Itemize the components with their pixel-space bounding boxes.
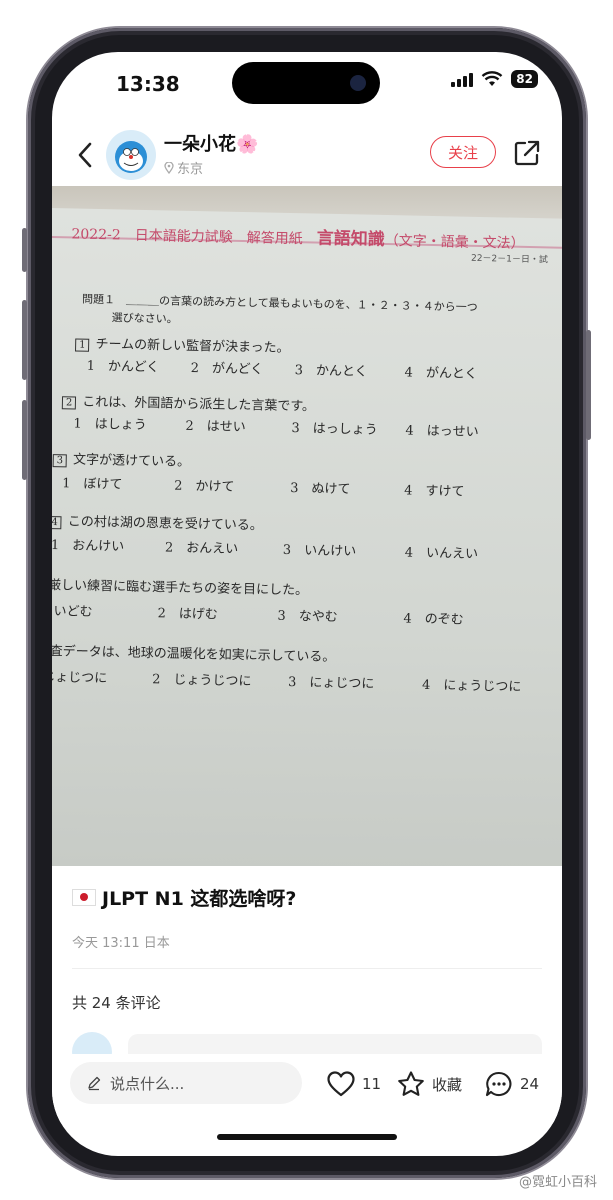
option: 4 はっせい <box>405 423 479 440</box>
option: 2 じょうじつに <box>151 672 252 690</box>
wifi-icon <box>481 71 503 86</box>
option: 3 なやむ <box>277 608 338 626</box>
heart-icon <box>327 1071 355 1097</box>
home-indicator[interactable] <box>217 1134 397 1140</box>
option: 3 かんとく <box>294 363 368 380</box>
question-2-options: 1 はしょう 2 はせい 3 はっしょう 4 はっせい <box>73 412 479 439</box>
status-icons: 82 <box>451 70 538 88</box>
signal-icon <box>451 71 474 87</box>
option: じょじつに <box>52 669 108 687</box>
share-icon[interactable] <box>512 138 542 168</box>
author-location: 东京 <box>164 158 203 177</box>
option: 4 がんとく <box>404 365 478 382</box>
question-6-options: じょじつに 2 じょうじつに 3 にょじつに 4 にょうじつに <box>52 666 522 695</box>
side-button-power <box>586 330 591 440</box>
option: いどむ <box>53 604 93 620</box>
collect-label: 收藏 <box>432 1075 463 1094</box>
option: 3 にょじつに <box>287 675 375 692</box>
author-avatar[interactable] <box>106 130 156 180</box>
question-5-stem: 厳しい練習に臨む選手たちの姿を目にした。 <box>52 574 308 598</box>
option: 2 かけて <box>174 478 235 495</box>
location-pin-icon <box>164 161 174 174</box>
question-number: 1 <box>74 338 90 352</box>
post-title-text: JLPT N1 这都选啥呀? <box>102 888 297 910</box>
option: 1 かんどく <box>86 358 160 376</box>
question-text: 調査データは、地球の温暖化を如実に示している。 <box>52 643 336 666</box>
instruction-line-2: 選びなさい。 <box>111 311 178 326</box>
back-arrow-icon[interactable] <box>72 138 100 172</box>
question-text: この村は湖の恩恵を受けている。 <box>67 514 263 534</box>
option: 2 はせい <box>185 418 246 436</box>
side-button-volume-down <box>22 400 27 480</box>
exam-answer-sheet: 2022-2 日本語能力試験 解答用紙 言語知識（文字・語彙・文法） 22－2－… <box>52 208 562 866</box>
divider <box>72 968 542 969</box>
question-5-options: いどむ 2 はげむ 3 なやむ 4 のぞむ <box>53 600 464 628</box>
question-3-options: 1 ぼけて 2 かけて 3 ぬけて 4 すけて <box>62 472 465 499</box>
post-photo[interactable]: 2022-2 日本語能力試験 解答用紙 言語知識（文字・語彙・文法） 22－2－… <box>52 186 562 866</box>
option: 2 がんどく <box>190 360 264 378</box>
author-name[interactable]: 一朵小花🌸 <box>164 130 258 156</box>
star-icon <box>398 1071 424 1096</box>
option: 4 のぞむ <box>403 611 464 628</box>
option: 2 はげむ <box>157 606 218 623</box>
comment-count: 共 24 条评论 <box>72 994 161 1012</box>
watermark: @霓虹小百科 <box>518 1175 597 1190</box>
battery-indicator: 82 <box>511 70 538 88</box>
location-label: 东京 <box>177 162 204 177</box>
question-6-stem: 調査データは、地球の温暖化を如実に示している。 <box>52 640 336 665</box>
option: 1 おんけい <box>52 538 125 555</box>
question-number: 4 <box>52 515 62 530</box>
camera-icon <box>350 75 366 91</box>
option: 3 いんけい <box>282 542 357 560</box>
question-1-options: 1 かんどく 2 がんどく 3 かんとく 4 がんとく <box>87 355 478 382</box>
dynamic-island <box>232 62 380 104</box>
question-text: 厳しい練習に臨む選手たちの姿を目にした。 <box>52 578 309 599</box>
question-4-options: 1 おんけい 2 おんえい 3 いんけい 4 いんえい <box>52 534 478 562</box>
question-3-stem: 3 文字が透けている。 <box>52 448 191 470</box>
sheet-code: 22－2－1－日・試 <box>470 253 549 266</box>
question-number: 2 <box>61 396 77 410</box>
option: 3 ぬけて <box>290 481 351 498</box>
comment-input-placeholder: 说点什么... <box>110 1074 185 1093</box>
comment-input[interactable]: 说点什么... <box>70 1062 302 1104</box>
question-text: 文字が透けている。 <box>72 452 191 470</box>
japan-flag-icon <box>72 889 96 906</box>
comment-bubble-icon <box>485 1071 512 1097</box>
option: 2 おんえい <box>164 540 239 557</box>
question-text: これは、外国語から派生した言葉です。 <box>82 394 316 415</box>
status-time: 13:38 <box>116 72 180 96</box>
option: 4 いんえい <box>404 545 479 562</box>
question-4-stem: 4 この村は湖の恩恵を受けている。 <box>52 510 263 534</box>
side-button-volume-up <box>22 300 27 380</box>
question-number: 3 <box>52 454 68 468</box>
question-2-stem: 2 これは、外国語から派生した言葉です。 <box>61 390 316 415</box>
comment-count-badge: 24 <box>520 1075 540 1093</box>
side-button-action <box>22 228 27 272</box>
post-title: JLPT N1 这都选啥呀? <box>72 884 296 911</box>
sheet-header: 2022-2 日本語能力試験 解答用紙 言語知識（文字・語彙・文法） <box>71 218 525 252</box>
pencil-icon <box>88 1076 101 1091</box>
sheet-header-right: （文字・語彙・文法） <box>384 232 525 252</box>
question-1-stem: 1 チームの新しい監督が決まった。 <box>74 333 290 357</box>
option: 1 はしょう <box>73 416 147 434</box>
post-header: 一朵小花🌸 东京 关注 <box>52 124 562 186</box>
bottom-action-bar: 说点什么... 11 收藏 24 <box>52 1054 562 1124</box>
collect-button[interactable]: 收藏 <box>396 1070 462 1098</box>
like-count: 11 <box>362 1075 382 1093</box>
follow-button[interactable]: 关注 <box>430 136 496 168</box>
option: 1 ぼけて <box>62 476 123 493</box>
like-button[interactable]: 11 <box>326 1070 381 1098</box>
option: 4 にょうじつに <box>421 677 522 695</box>
option: 4 すけて <box>403 483 465 500</box>
phone-screen: 13:38 82 一朵小花🌸 东京 关注 2022-2 日本語能力試験 解答用紙… <box>52 52 562 1156</box>
sheet-header-left: 2022-2 日本語能力試験 解答用紙 <box>71 226 317 248</box>
comment-button[interactable]: 24 <box>484 1070 539 1098</box>
option: 3 はっしょう <box>291 421 378 438</box>
sheet-header-title: 言語知識 <box>316 228 385 250</box>
post-meta: 今天 13:11 日本 <box>72 936 170 951</box>
question-text: チームの新しい監督が決まった。 <box>95 336 290 357</box>
